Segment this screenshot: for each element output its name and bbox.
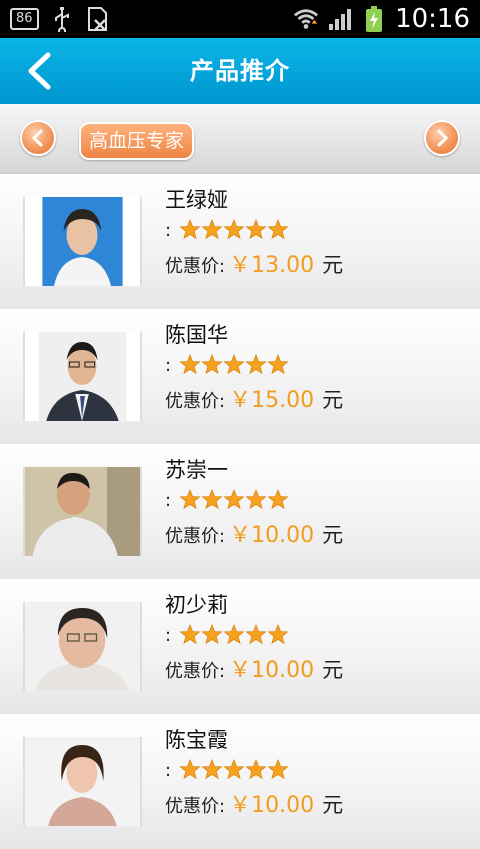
battery-charging-icon (361, 6, 387, 32)
chevron-left-icon (28, 52, 51, 90)
next-category-button[interactable] (424, 120, 460, 156)
price-label: 优惠价: (165, 256, 226, 277)
doctor-name: 初少莉 (165, 593, 228, 617)
price-label: 优惠价: (165, 391, 226, 412)
price-value: ￥15.00 (229, 388, 315, 413)
doctor-photo (23, 197, 142, 286)
doctor-photo (23, 602, 142, 691)
status-bar: 86 10:16 (0, 0, 480, 38)
list-item[interactable]: 王绿娅 : 优惠价: ￥13.00 元 (0, 174, 480, 309)
price-unit: 元 (322, 658, 344, 682)
usb-icon (49, 6, 75, 32)
doctor-photo (23, 467, 142, 556)
category-tag[interactable]: 高血压专家 (79, 122, 195, 160)
rating: : (165, 489, 291, 511)
doctor-name: 陈宝霞 (165, 728, 228, 752)
price-row: 优惠价: ￥10.00 元 (165, 787, 343, 819)
previous-category-button[interactable] (20, 120, 56, 156)
price-unit: 元 (322, 523, 344, 547)
category-bar: 高血压专家 (0, 104, 480, 174)
doctor-name: 王绿娅 (165, 188, 228, 212)
rating: : (165, 219, 291, 241)
product-list: 王绿娅 : 优惠价: ￥13.00 元 陈国华 : 优惠价: ￥15.00 元 … (0, 174, 480, 849)
price-value: ￥13.00 (229, 253, 315, 278)
five-star-rating-icon (179, 489, 289, 510)
price-value: ￥10.00 (229, 658, 315, 683)
list-item[interactable]: 苏崇一 : 优惠价: ￥10.00 元 (0, 444, 480, 579)
price-label: 优惠价: (165, 661, 226, 682)
signal-icon (327, 6, 353, 32)
five-star-rating-icon (179, 354, 289, 375)
chevron-left-icon (31, 129, 43, 147)
page-title: 产品推介 (190, 57, 290, 85)
clock: 10:16 (395, 4, 470, 34)
blocked-sim-icon (85, 6, 111, 32)
price-row: 优惠价: ￥13.00 元 (165, 247, 343, 279)
title-bar: 产品推介 (0, 38, 480, 104)
five-star-rating-icon (179, 759, 289, 780)
price-label: 优惠价: (165, 526, 226, 547)
notification-count-badge: 86 (10, 8, 39, 30)
price-row: 优惠价: ￥10.00 元 (165, 517, 343, 549)
five-star-rating-icon (179, 219, 289, 240)
list-item[interactable]: 陈国华 : 优惠价: ￥15.00 元 (0, 309, 480, 444)
doctor-name: 陈国华 (165, 323, 228, 347)
price-unit: 元 (322, 253, 344, 277)
doctor-photo (23, 332, 142, 421)
rating: : (165, 624, 291, 646)
five-star-rating-icon (179, 624, 289, 645)
rating: : (165, 354, 291, 376)
price-value: ￥10.00 (229, 793, 315, 818)
list-item[interactable]: 初少莉 : 优惠价: ￥10.00 元 (0, 579, 480, 714)
list-item[interactable]: 陈宝霞 : 优惠价: ￥10.00 元 (0, 714, 480, 849)
rating: : (165, 759, 291, 781)
price-row: 优惠价: ￥15.00 元 (165, 382, 343, 414)
price-label: 优惠价: (165, 796, 226, 817)
back-button[interactable] (18, 50, 60, 92)
wifi-icon (293, 6, 319, 32)
doctor-name: 苏崇一 (165, 458, 228, 482)
price-row: 优惠价: ￥10.00 元 (165, 652, 343, 684)
price-value: ￥10.00 (229, 523, 315, 548)
doctor-photo (23, 737, 142, 826)
chevron-right-icon (437, 129, 449, 147)
price-unit: 元 (322, 388, 344, 412)
price-unit: 元 (322, 793, 344, 817)
